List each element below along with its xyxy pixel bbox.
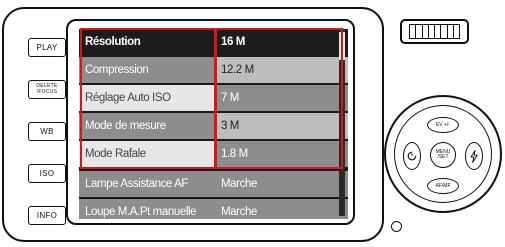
thumbwheel-grip (409, 24, 460, 39)
menu-row-label: Réglage Auto ISO (85, 92, 171, 104)
info-button-label: INFO (36, 211, 58, 220)
menu-row-label: Loupe M.A.Pt manuelle (85, 206, 197, 218)
menu-row-value: 3 M (221, 120, 239, 132)
flash-button[interactable] (465, 142, 483, 170)
delete-label-line2: /FOCUS (36, 88, 58, 95)
selection-highlight-divider (214, 28, 217, 169)
iso-button-label: ISO (39, 169, 55, 178)
menu-row-value: 7 M (221, 92, 239, 104)
wb-button-label: WB (40, 127, 54, 136)
menu-row-value: Marche (221, 206, 257, 218)
iso-button[interactable]: ISO (28, 164, 66, 183)
ev-compensation-button[interactable]: EV +/- (427, 117, 459, 133)
set-label: /SET (437, 154, 449, 160)
info-button[interactable]: INFO (28, 206, 66, 225)
play-button-label: PLAY (36, 43, 58, 52)
flash-icon (470, 149, 478, 163)
thumbwheel[interactable] (400, 19, 469, 44)
ev-label: EV +/- (435, 122, 451, 128)
menu-scrollbar-thumb[interactable] (339, 32, 345, 60)
menu-row-label: Résolution (85, 36, 141, 48)
menu-row-label: Mode Rafale (85, 148, 146, 160)
menu-row-value: 12.2 M (221, 64, 254, 76)
menu-set-button[interactable]: MENU /SET (430, 142, 456, 168)
menu-row-value: 1.8 M (221, 148, 248, 160)
af-mf-label: AF/MF (435, 183, 451, 189)
wb-button[interactable]: WB (28, 122, 66, 141)
status-led (391, 221, 402, 232)
af-mf-button[interactable]: AF/MF (427, 178, 459, 194)
delete-focus-button[interactable]: DELETE /FOCUS (28, 80, 66, 99)
menu-row-label: Mode de mesure (85, 120, 166, 132)
menu-row-label: Lampe Assistance AF (85, 178, 188, 190)
self-timer-icon (407, 151, 417, 161)
menu-row-manual-focus-loupe[interactable]: Loupe M.A.Pt manuelle Marche (79, 199, 348, 219)
play-button[interactable]: PLAY (28, 38, 66, 57)
menu-row-value: 16 M (221, 36, 245, 48)
menu-row-af-lamp[interactable]: Lampe Assistance AF Marche (79, 171, 348, 197)
menu-row-value: Marche (221, 178, 257, 190)
delete-focus-label: DELETE /FOCUS (36, 83, 58, 95)
menu-row-label: Compression (85, 64, 149, 76)
self-timer-button[interactable] (403, 142, 421, 170)
